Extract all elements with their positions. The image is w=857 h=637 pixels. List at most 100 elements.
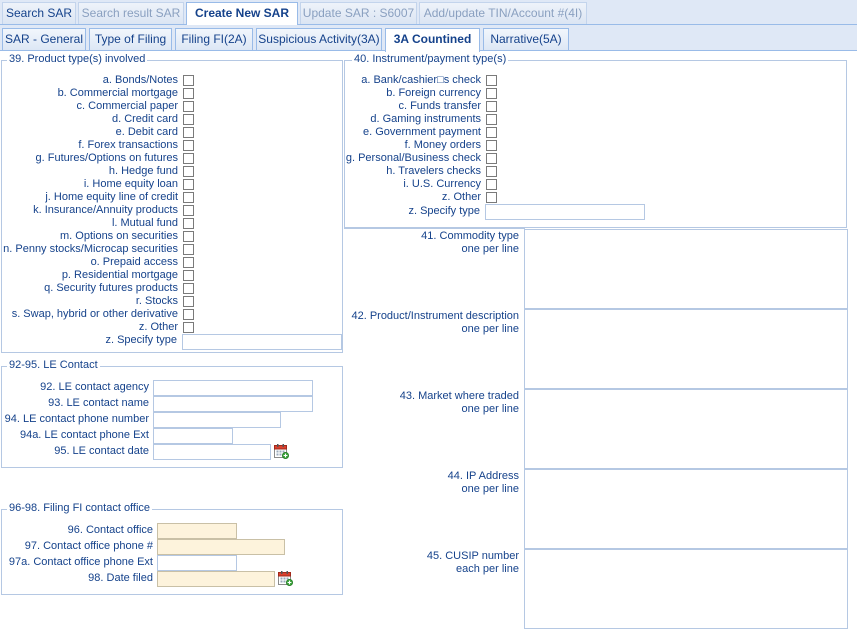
cusip-number-textarea[interactable] — [524, 549, 848, 629]
calendar-icon[interactable] — [274, 444, 289, 459]
sub-tab-bar: SAR - General Type of Filing Filing FI(2… — [0, 25, 857, 52]
product-type-checkbox[interactable] — [183, 192, 194, 203]
product-type-checkbox[interactable] — [183, 218, 194, 229]
product-type-label: d. Credit card — [111, 113, 178, 125]
tab-add-update-tin[interactable]: Add/update TIN/Account #(4I) — [419, 2, 587, 24]
product-type-label: p. Residential mortgage — [61, 269, 178, 281]
product-description-label-line2: one per line — [461, 323, 520, 335]
ip-address-textarea[interactable] — [524, 469, 848, 549]
product-type-checkbox[interactable] — [183, 322, 194, 333]
le-phone-input[interactable] — [153, 412, 281, 428]
le-date-input[interactable] — [153, 444, 271, 460]
ip-address-label-line2: one per line — [461, 483, 520, 495]
le-contact-legend: 92-95. LE Contact — [7, 359, 100, 371]
instrument-specify-input[interactable] — [485, 204, 645, 220]
top-tab-bar: Search SAR Search result SAR Create New … — [0, 0, 857, 26]
contact-office-input[interactable] — [157, 523, 237, 539]
product-type-checkbox[interactable] — [183, 75, 194, 86]
product-type-checkbox[interactable] — [183, 296, 194, 307]
instrument-type-checkbox[interactable] — [486, 75, 497, 86]
instrument-type-checkbox[interactable] — [486, 153, 497, 164]
contact-ext-input[interactable] — [157, 555, 237, 571]
tab-3a-continued[interactable]: 3A Countined — [385, 28, 480, 52]
instrument-type-label: f. Money orders — [404, 139, 481, 151]
tab-type-of-filing[interactable]: Type of Filing — [89, 28, 172, 50]
product-description-textarea[interactable] — [524, 309, 848, 389]
product-type-checkbox[interactable] — [183, 140, 194, 151]
tab-search-sar[interactable]: Search SAR — [2, 2, 76, 24]
tab-suspicious-activity[interactable]: Suspicious Activity(3A) — [256, 28, 382, 50]
tab-update-sar[interactable]: Update SAR : S6007 — [300, 2, 417, 24]
instrument-type-label: a. Bank/cashier□s check — [361, 74, 481, 86]
product-type-label: r. Stocks — [135, 295, 178, 307]
product-type-checkbox[interactable] — [183, 309, 194, 320]
instrument-type-checkbox[interactable] — [486, 192, 497, 203]
tab-sar-general[interactable]: SAR - General — [2, 28, 86, 50]
product-type-checkbox[interactable] — [183, 283, 194, 294]
product-description-label-line1: 42. Product/Instrument description — [351, 310, 519, 322]
date-filed-input[interactable] — [157, 571, 275, 587]
cusip-number-label: 45. CUSIP number each per line — [427, 550, 519, 576]
le-agency-input[interactable] — [153, 380, 313, 396]
tab-search-result-sar[interactable]: Search result SAR — [78, 2, 184, 24]
product-types-legend: 39. Product type(s) involved — [7, 53, 148, 65]
tab-create-new-sar[interactable]: Create New SAR — [186, 2, 298, 26]
tab-filing-fi[interactable]: Filing FI(2A) — [175, 28, 253, 50]
date-filed-label: 98. Date filed — [88, 572, 153, 584]
product-type-checkbox[interactable] — [183, 231, 194, 242]
instrument-type-checkbox[interactable] — [486, 101, 497, 112]
market-traded-label-line1: 43. Market where traded — [399, 390, 519, 402]
product-type-checkbox[interactable] — [183, 205, 194, 216]
market-traded-label-line2: one per line — [461, 403, 520, 415]
product-type-label: e. Debit card — [115, 126, 178, 138]
product-type-label: l. Mutual fund — [111, 217, 178, 229]
le-agency-label: 92. LE contact agency — [40, 381, 149, 393]
instrument-type-label: h. Travelers checks — [386, 165, 481, 177]
contact-phone-input[interactable] — [157, 539, 285, 555]
instrument-specify-label: z. Specify type — [408, 205, 480, 217]
product-description-label: 42. Product/Instrument description one p… — [351, 310, 519, 336]
product-type-checkbox[interactable] — [183, 153, 194, 164]
product-specify-input[interactable] — [182, 334, 342, 350]
product-type-checkbox[interactable] — [183, 179, 194, 190]
instrument-type-checkbox[interactable] — [486, 114, 497, 125]
instrument-type-label: g. Personal/Business check — [345, 152, 481, 164]
calendar-icon[interactable] — [278, 571, 293, 586]
instrument-type-checkbox[interactable] — [486, 140, 497, 151]
cusip-number-label-line2: each per line — [456, 563, 519, 575]
instrument-type-checkbox[interactable] — [486, 166, 497, 177]
product-type-checkbox[interactable] — [183, 101, 194, 112]
le-phone-label: 94. LE contact phone number — [4, 413, 149, 425]
product-type-checkbox[interactable] — [183, 270, 194, 281]
product-type-checkbox[interactable] — [183, 244, 194, 255]
market-traded-textarea[interactable] — [524, 389, 848, 469]
product-type-label: i. Home equity loan — [83, 178, 178, 190]
instrument-types-legend: 40. Instrument/payment type(s) — [352, 53, 509, 65]
commodity-type-textarea[interactable] — [524, 229, 848, 309]
product-type-checkbox[interactable] — [183, 166, 194, 177]
instrument-type-label: c. Funds transfer — [398, 100, 481, 112]
instrument-type-label: e. Government payment — [362, 126, 481, 138]
instrument-type-label: z. Other — [441, 191, 481, 203]
le-ext-input[interactable] — [153, 428, 233, 444]
instrument-type-label: i. U.S. Currency — [403, 178, 481, 190]
commodity-type-label-line2: one per line — [461, 243, 520, 255]
instrument-type-checkbox[interactable] — [486, 179, 497, 190]
product-type-checkbox[interactable] — [183, 114, 194, 125]
product-type-checkbox[interactable] — [183, 127, 194, 138]
instrument-type-checkbox[interactable] — [486, 127, 497, 138]
tab-narrative[interactable]: Narrative(5A) — [483, 28, 569, 50]
contact-ext-label: 97a. Contact office phone Ext — [8, 556, 153, 568]
product-type-label: h. Hedge fund — [108, 165, 178, 177]
market-traded-label: 43. Market where traded one per line — [400, 390, 519, 416]
right-divider — [344, 228, 525, 229]
ip-address-label-line1: 44. IP Address — [447, 470, 519, 482]
instrument-type-label: b. Foreign currency — [386, 87, 481, 99]
instrument-type-label: d. Gaming instruments — [370, 113, 481, 125]
filing-fi-legend: 96-98. Filing FI contact office — [7, 502, 153, 514]
instrument-type-checkbox[interactable] — [486, 88, 497, 99]
le-name-input[interactable] — [153, 396, 313, 412]
product-type-checkbox[interactable] — [183, 88, 194, 99]
product-type-label: m. Options on securities — [60, 230, 178, 242]
product-type-checkbox[interactable] — [183, 257, 194, 268]
